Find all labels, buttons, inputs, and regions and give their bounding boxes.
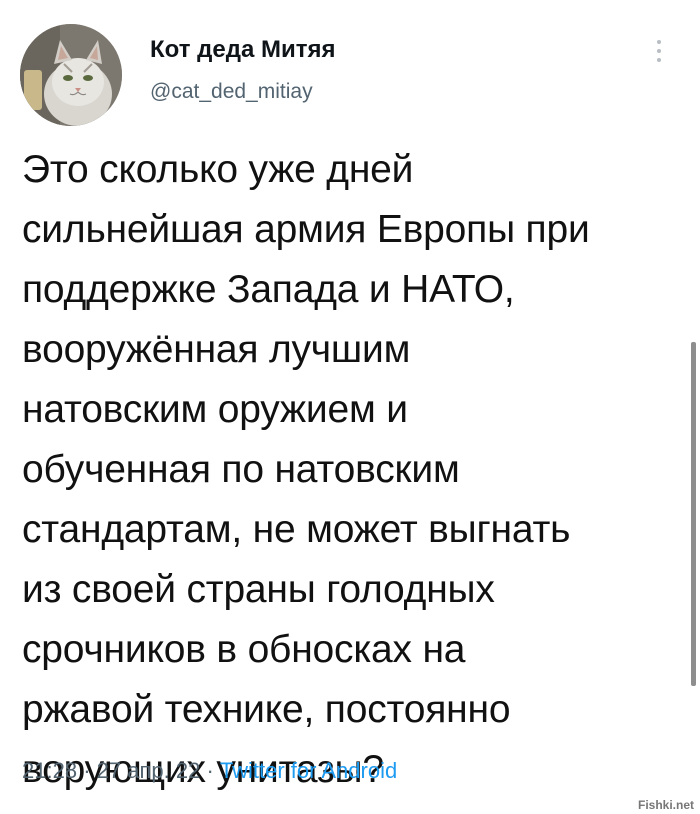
more-vertical-icon[interactable] — [653, 38, 665, 64]
tweet-time[interactable]: 21:28 — [22, 758, 77, 783]
meta-separator: · — [83, 758, 91, 783]
tweet-text: Это сколько уже дней сильнейшая армия Ев… — [22, 148, 590, 791]
tweet-card: Кот деда Митяя @cat_ded_mitiay Это сколь… — [0, 0, 700, 814]
tweet-date[interactable]: 27 апр. 22 — [97, 758, 201, 783]
scrollbar[interactable] — [691, 342, 696, 686]
author-handle[interactable]: @cat_ded_mitiay — [150, 80, 313, 104]
watermark: Fishki.net — [637, 798, 694, 812]
meta-separator: · — [206, 758, 214, 783]
cat-avatar-icon[interactable] — [20, 24, 122, 126]
author-display-name[interactable]: Кот деда Митяя — [150, 36, 335, 64]
tweet-source-link[interactable]: Twitter for Android — [220, 758, 397, 783]
tweet-meta: 21:28 · 27 апр. 22 · Twitter for Android — [22, 758, 397, 784]
